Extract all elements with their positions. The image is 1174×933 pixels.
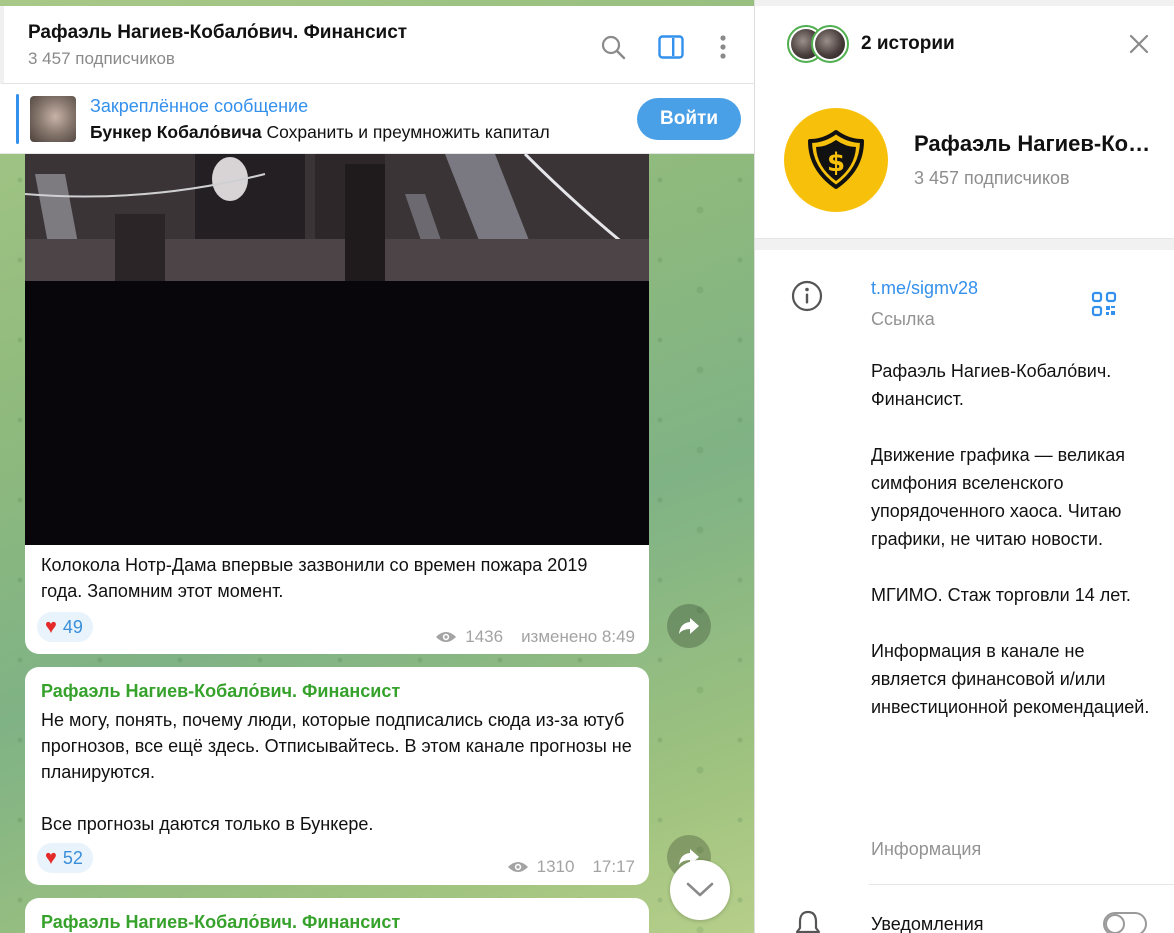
stories-avatars[interactable] (787, 25, 851, 63)
panel-top-strip (755, 0, 1174, 6)
heart-icon: ♥ (45, 616, 57, 638)
eye-icon (436, 632, 457, 642)
channel-subscriber-count: 3 457 подписчиков (914, 168, 1070, 188)
heart-icon: ♥ (45, 847, 57, 869)
share-icon[interactable] (667, 604, 711, 648)
row-divider (869, 884, 1174, 885)
bell-icon (793, 908, 823, 933)
description-label: Информация (871, 839, 982, 859)
channel-avatar[interactable]: $ (784, 108, 888, 212)
chevron-down-icon[interactable] (670, 860, 730, 920)
video-player[interactable] (25, 154, 649, 545)
message-sender[interactable]: Рафаэль Нагиев-Кобало́вич. Финансист (41, 912, 400, 933)
video-frame (25, 154, 649, 281)
qr-code-icon[interactable] (1091, 291, 1117, 317)
reaction-count: 49 (62, 616, 83, 637)
eye-icon (507, 862, 528, 872)
pinned-thumbnail (30, 96, 76, 142)
message-bubble: Рафаэль Нагиев-Кобало́вич. Финансист (25, 898, 649, 933)
message-bubble: Рафаэль Нагиев-Кобало́вич. Финансист Не … (25, 667, 649, 885)
info-icon (791, 280, 823, 312)
notifications-label: Уведомления (871, 914, 984, 933)
message-time: изменено 8:49 (521, 627, 635, 646)
channel-name: Рафаэль Нагиев-Кобало́вич. Финансист (914, 131, 1154, 156)
chat-title[interactable]: Рафаэль Нагиев-Кобало́вич. Финансист (28, 22, 407, 44)
message-time: 17:17 (592, 857, 635, 876)
view-count: 1436 (465, 627, 504, 646)
view-count: 1310 (536, 857, 575, 876)
section-divider (755, 238, 1174, 250)
message-sender[interactable]: Рафаэль Нагиев-Кобало́вич. Финансист (41, 681, 400, 702)
profile-panel: 2 истории $ Рафаэль Нагиев-Кобало́вич. Ф… (754, 0, 1174, 933)
reaction-heart[interactable]: ♥ 52 (37, 843, 93, 873)
channel-link[interactable]: t.me/sigmv28 (871, 278, 978, 299)
join-button[interactable]: Войти (637, 98, 741, 140)
svg-text:$: $ (827, 148, 845, 178)
message-text: Не могу, понять, почему люди, которые по… (41, 710, 632, 834)
pinned-label: Закреплённое сообщение (90, 96, 309, 116)
chat-area: Рафаэль Нагиев-Кобало́вич. Финансист 3 4… (0, 0, 754, 933)
pinned-text: Бункер Кобало́вича Сохранить и преумножи… (90, 122, 550, 143)
link-label: Ссылка (871, 309, 935, 329)
shield-dollar-icon: $ (808, 130, 864, 189)
sidebar-toggle-icon[interactable] (656, 32, 686, 62)
search-icon[interactable] (598, 32, 628, 62)
pinned-text-rest: Сохранить и преумножить капитал (261, 122, 550, 142)
reaction-heart[interactable]: ♥ 49 (37, 612, 93, 642)
story-avatar[interactable] (811, 25, 849, 63)
reaction-count: 52 (62, 847, 83, 868)
message-bubble: Колокола Нотр-Дама впервые зазвонили со … (25, 154, 649, 654)
stories-label[interactable]: 2 истории (861, 33, 955, 55)
chat-subscriber-count: 3 457 подписчиков (28, 49, 175, 68)
pinned-text-bold: Бункер Кобало́вича (90, 122, 262, 142)
more-vertical-icon[interactable] (708, 32, 738, 62)
message-text: Колокола Нотр-Дама впервые зазвонили со … (41, 555, 588, 601)
notifications-toggle[interactable] (1103, 912, 1147, 933)
pinned-indicator (16, 94, 19, 144)
message-meta: 1436 изменено 8:49 (435, 627, 635, 647)
message-meta: 1310 17:17 (507, 857, 635, 877)
pinned-message[interactable]: Закреплённое сообщение Бункер Кобало́вич… (0, 84, 754, 154)
channel-description: Рафаэль Нагиев-Кобало́вич. Финансист. Дв… (871, 361, 1150, 717)
chat-header[interactable]: Рафаэль Нагиев-Кобало́вич. Финансист 3 4… (0, 6, 754, 84)
close-icon[interactable] (1125, 30, 1153, 58)
